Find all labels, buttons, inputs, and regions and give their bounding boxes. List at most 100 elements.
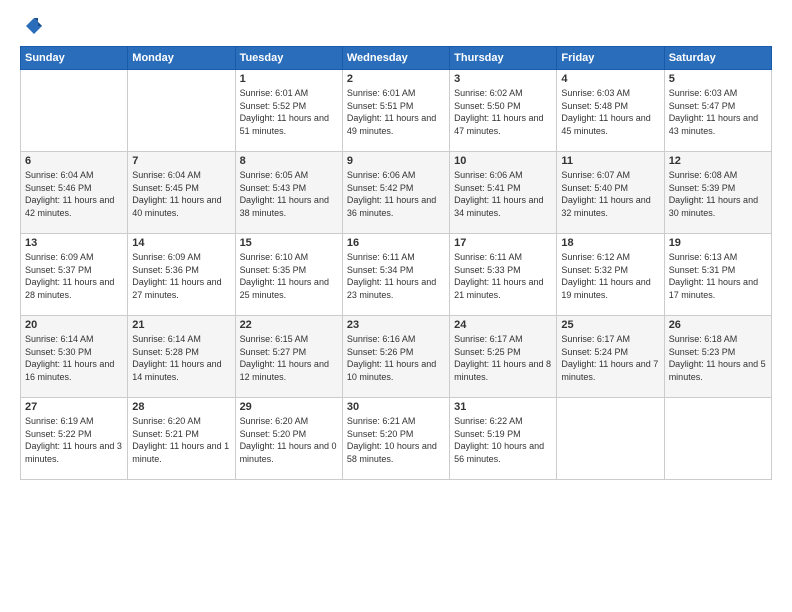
day-number: 20 <box>25 319 123 331</box>
calendar-day-cell <box>664 398 771 480</box>
calendar-day-cell: 16 Sunrise: 6:11 AM Sunset: 5:34 PM Dayli… <box>342 234 449 316</box>
day-number: 17 <box>454 237 552 249</box>
day-number: 2 <box>347 73 445 85</box>
calendar-day-cell: 29 Sunrise: 6:20 AM Sunset: 5:20 PM Dayli… <box>235 398 342 480</box>
day-number: 19 <box>669 237 767 249</box>
calendar-day-cell: 24 Sunrise: 6:17 AM Sunset: 5:25 PM Dayli… <box>450 316 557 398</box>
day-info: Sunrise: 6:21 AM Sunset: 5:20 PM Dayligh… <box>347 415 445 465</box>
calendar-page: SundayMondayTuesdayWednesdayThursdayFrid… <box>0 0 792 612</box>
calendar-week-row: 6 Sunrise: 6:04 AM Sunset: 5:46 PM Daylig… <box>21 152 772 234</box>
calendar-day-cell: 14 Sunrise: 6:09 AM Sunset: 5:36 PM Dayli… <box>128 234 235 316</box>
day-info: Sunrise: 6:09 AM Sunset: 5:37 PM Dayligh… <box>25 251 123 301</box>
day-number: 26 <box>669 319 767 331</box>
day-number: 29 <box>240 401 338 413</box>
day-number: 31 <box>454 401 552 413</box>
header <box>20 16 772 36</box>
day-info: Sunrise: 6:14 AM Sunset: 5:28 PM Dayligh… <box>132 333 230 383</box>
day-number: 27 <box>25 401 123 413</box>
logo-icon <box>24 16 44 36</box>
calendar-day-cell: 30 Sunrise: 6:21 AM Sunset: 5:20 PM Dayli… <box>342 398 449 480</box>
day-info: Sunrise: 6:07 AM Sunset: 5:40 PM Dayligh… <box>561 169 659 219</box>
calendar-day-cell: 28Sunrise: 6:20 AM Sunset: 5:21 PM Dayli… <box>128 398 235 480</box>
calendar-day-cell: 8 Sunrise: 6:05 AM Sunset: 5:43 PM Daylig… <box>235 152 342 234</box>
calendar-day-cell: 26 Sunrise: 6:18 AM Sunset: 5:23 PM Dayli… <box>664 316 771 398</box>
day-info: Sunrise: 6:01 AM Sunset: 5:51 PM Dayligh… <box>347 87 445 137</box>
day-number: 14 <box>132 237 230 249</box>
day-info: Sunrise: 6:09 AM Sunset: 5:36 PM Dayligh… <box>132 251 230 301</box>
calendar-day-cell: 13 Sunrise: 6:09 AM Sunset: 5:37 PM Dayli… <box>21 234 128 316</box>
day-number: 21 <box>132 319 230 331</box>
day-info: Sunrise: 6:22 AM Sunset: 5:19 PM Dayligh… <box>454 415 552 465</box>
day-info: Sunrise: 6:05 AM Sunset: 5:43 PM Dayligh… <box>240 169 338 219</box>
day-number: 1 <box>240 73 338 85</box>
day-number: 22 <box>240 319 338 331</box>
day-number: 16 <box>347 237 445 249</box>
day-info: Sunrise: 6:13 AM Sunset: 5:31 PM Dayligh… <box>669 251 767 301</box>
calendar-day-cell: 31 Sunrise: 6:22 AM Sunset: 5:19 PM Dayli… <box>450 398 557 480</box>
calendar-day-cell: 17 Sunrise: 6:11 AM Sunset: 5:33 PM Dayli… <box>450 234 557 316</box>
day-number: 23 <box>347 319 445 331</box>
day-number: 25 <box>561 319 659 331</box>
day-info: Sunrise: 6:16 AM Sunset: 5:26 PM Dayligh… <box>347 333 445 383</box>
day-of-week-header: Saturday <box>664 47 771 70</box>
day-number: 28 <box>132 401 230 413</box>
day-info: Sunrise: 6:10 AM Sunset: 5:35 PM Dayligh… <box>240 251 338 301</box>
calendar-day-cell: 20 Sunrise: 6:14 AM Sunset: 5:30 PM Dayli… <box>21 316 128 398</box>
day-of-week-header: Tuesday <box>235 47 342 70</box>
day-of-week-header: Thursday <box>450 47 557 70</box>
calendar-day-cell <box>557 398 664 480</box>
calendar-day-cell: 15Sunrise: 6:10 AM Sunset: 5:35 PM Dayli… <box>235 234 342 316</box>
calendar-day-cell: 4 Sunrise: 6:03 AM Sunset: 5:48 PM Daylig… <box>557 70 664 152</box>
logo <box>20 16 44 36</box>
day-of-week-header: Friday <box>557 47 664 70</box>
day-info: Sunrise: 6:17 AM Sunset: 5:25 PM Dayligh… <box>454 333 552 383</box>
calendar-table: SundayMondayTuesdayWednesdayThursdayFrid… <box>20 46 772 480</box>
calendar-day-cell: 25 Sunrise: 6:17 AM Sunset: 5:24 PM Dayli… <box>557 316 664 398</box>
day-info: Sunrise: 6:02 AM Sunset: 5:50 PM Dayligh… <box>454 87 552 137</box>
calendar-day-cell: 12 Sunrise: 6:08 AM Sunset: 5:39 PM Dayli… <box>664 152 771 234</box>
day-info: Sunrise: 6:20 AM Sunset: 5:20 PM Dayligh… <box>240 415 338 465</box>
calendar-day-cell: 23 Sunrise: 6:16 AM Sunset: 5:26 PM Dayli… <box>342 316 449 398</box>
day-info: Sunrise: 6:11 AM Sunset: 5:34 PM Dayligh… <box>347 251 445 301</box>
day-of-week-header: Monday <box>128 47 235 70</box>
calendar-day-cell: 9 Sunrise: 6:06 AM Sunset: 5:42 PM Daylig… <box>342 152 449 234</box>
calendar-header-row: SundayMondayTuesdayWednesdayThursdayFrid… <box>21 47 772 70</box>
calendar-day-cell: 6 Sunrise: 6:04 AM Sunset: 5:46 PM Daylig… <box>21 152 128 234</box>
day-info: Sunrise: 6:04 AM Sunset: 5:45 PM Dayligh… <box>132 169 230 219</box>
calendar-week-row: 1 Sunrise: 6:01 AM Sunset: 5:52 PM Daylig… <box>21 70 772 152</box>
day-info: Sunrise: 6:17 AM Sunset: 5:24 PM Dayligh… <box>561 333 659 383</box>
calendar-day-cell: 5Sunrise: 6:03 AM Sunset: 5:47 PM Daylig… <box>664 70 771 152</box>
day-info: Sunrise: 6:06 AM Sunset: 5:42 PM Dayligh… <box>347 169 445 219</box>
day-number: 24 <box>454 319 552 331</box>
day-info: Sunrise: 6:03 AM Sunset: 5:48 PM Dayligh… <box>561 87 659 137</box>
day-number: 13 <box>25 237 123 249</box>
day-info: Sunrise: 6:14 AM Sunset: 5:30 PM Dayligh… <box>25 333 123 383</box>
day-info: Sunrise: 6:04 AM Sunset: 5:46 PM Dayligh… <box>25 169 123 219</box>
calendar-day-cell: 7Sunrise: 6:04 AM Sunset: 5:45 PM Daylig… <box>128 152 235 234</box>
day-info: Sunrise: 6:08 AM Sunset: 5:39 PM Dayligh… <box>669 169 767 219</box>
day-info: Sunrise: 6:06 AM Sunset: 5:41 PM Dayligh… <box>454 169 552 219</box>
calendar-day-cell: 22 Sunrise: 6:15 AM Sunset: 5:27 PM Dayli… <box>235 316 342 398</box>
calendar-week-row: 27 Sunrise: 6:19 AM Sunset: 5:22 PM Dayli… <box>21 398 772 480</box>
day-number: 9 <box>347 155 445 167</box>
day-info: Sunrise: 6:15 AM Sunset: 5:27 PM Dayligh… <box>240 333 338 383</box>
day-number: 3 <box>454 73 552 85</box>
day-info: Sunrise: 6:01 AM Sunset: 5:52 PM Dayligh… <box>240 87 338 137</box>
day-number: 18 <box>561 237 659 249</box>
calendar-day-cell: 21 Sunrise: 6:14 AM Sunset: 5:28 PM Dayli… <box>128 316 235 398</box>
calendar-day-cell: 27 Sunrise: 6:19 AM Sunset: 5:22 PM Dayli… <box>21 398 128 480</box>
calendar-day-cell: 3 Sunrise: 6:02 AM Sunset: 5:50 PM Daylig… <box>450 70 557 152</box>
calendar-week-row: 13 Sunrise: 6:09 AM Sunset: 5:37 PM Dayli… <box>21 234 772 316</box>
day-info: Sunrise: 6:19 AM Sunset: 5:22 PM Dayligh… <box>25 415 123 465</box>
day-number: 4 <box>561 73 659 85</box>
day-info: Sunrise: 6:11 AM Sunset: 5:33 PM Dayligh… <box>454 251 552 301</box>
day-info: Sunrise: 6:18 AM Sunset: 5:23 PM Dayligh… <box>669 333 767 383</box>
calendar-day-cell: 2 Sunrise: 6:01 AM Sunset: 5:51 PM Daylig… <box>342 70 449 152</box>
day-number: 6 <box>25 155 123 167</box>
day-number: 8 <box>240 155 338 167</box>
calendar-day-cell <box>21 70 128 152</box>
day-number: 12 <box>669 155 767 167</box>
day-number: 11 <box>561 155 659 167</box>
day-number: 30 <box>347 401 445 413</box>
calendar-day-cell: 18Sunrise: 6:12 AM Sunset: 5:32 PM Dayli… <box>557 234 664 316</box>
